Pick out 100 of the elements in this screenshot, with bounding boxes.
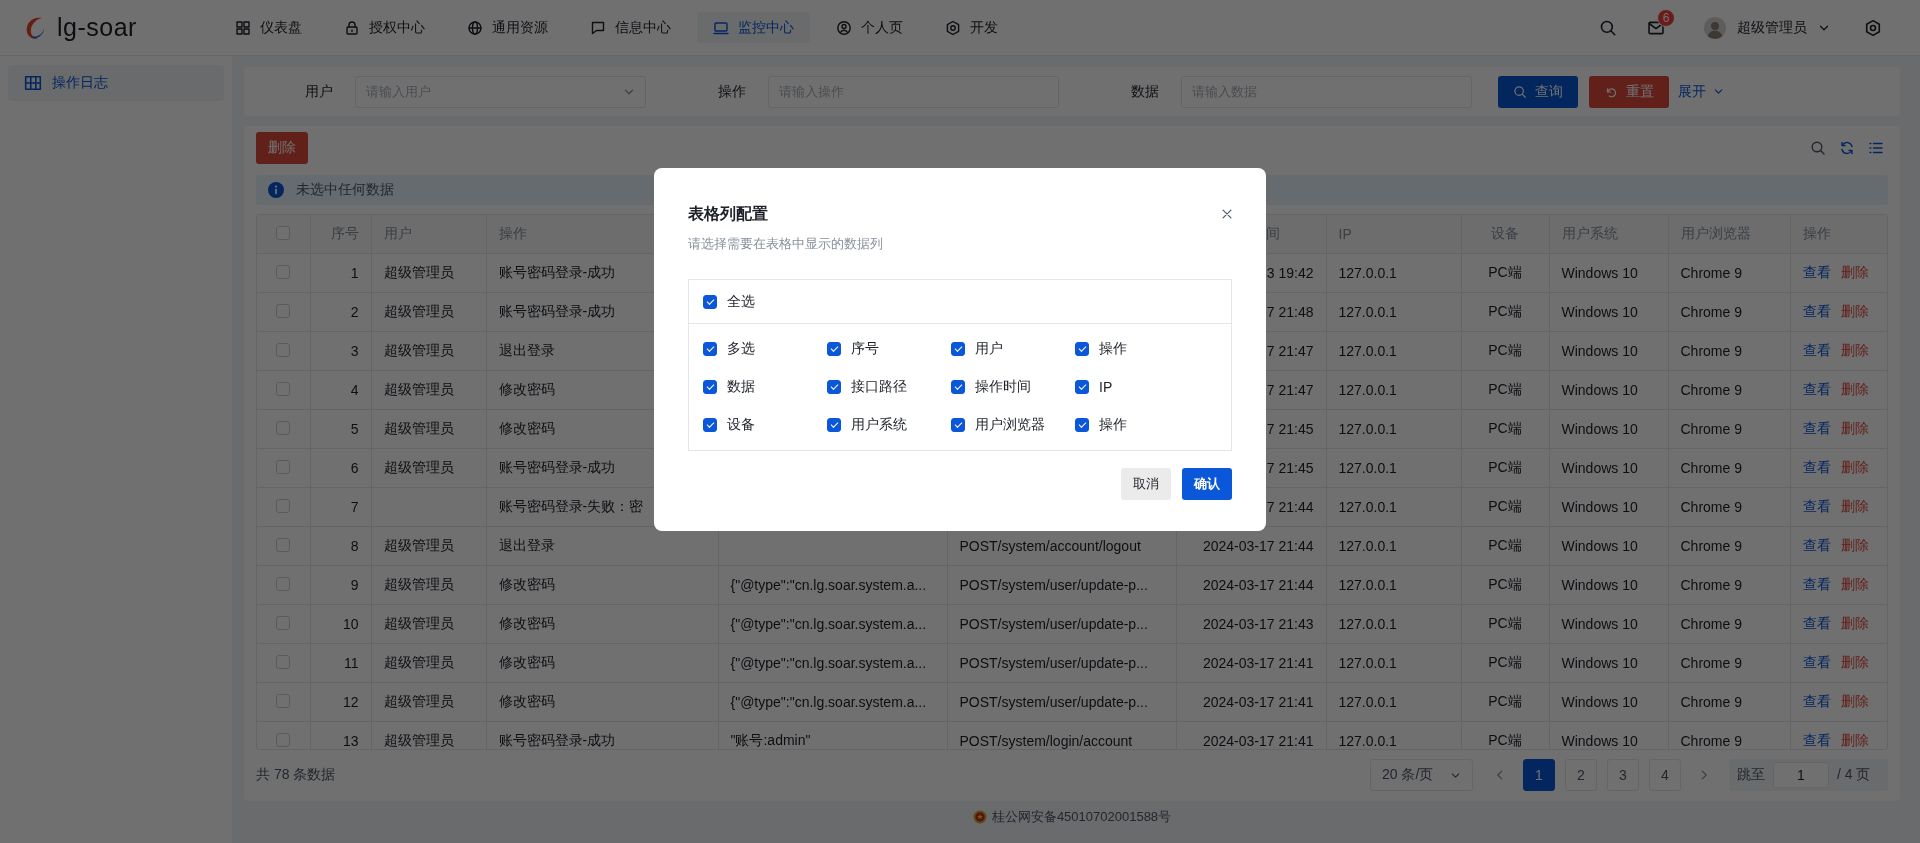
- table-cell: Chrome 9: [1680, 616, 1742, 633]
- sidebar-item[interactable]: 操作日志: [8, 65, 224, 101]
- delete-link[interactable]: 删除: [1840, 498, 1869, 515]
- delete-link[interactable]: 删除: [1840, 303, 1869, 320]
- view-link[interactable]: 查看: [1802, 342, 1831, 359]
- delete-link[interactable]: 删除: [1840, 693, 1869, 710]
- delete-link[interactable]: 删除: [1840, 732, 1869, 749]
- nav-tab[interactable]: 个人页: [820, 12, 919, 43]
- table-cell: 7 21:45: [1266, 421, 1314, 438]
- table-cell: 10: [342, 616, 359, 633]
- page-input[interactable]: 1: [1773, 762, 1829, 788]
- table-cell: 127.0.0.1: [1338, 304, 1397, 321]
- table-cell: 127.0.0.1: [1338, 460, 1397, 477]
- table-cell: POST/system/login/account: [959, 733, 1133, 749]
- view-link[interactable]: 查看: [1802, 498, 1831, 515]
- cancel-button[interactable]: 取消: [1121, 468, 1171, 500]
- checkbox-label: 操作: [1099, 416, 1127, 434]
- reset-button[interactable]: 重置: [1589, 75, 1669, 108]
- table-cell: 7 21:47: [1266, 382, 1314, 399]
- view-link[interactable]: 查看: [1802, 420, 1831, 437]
- page-size-select[interactable]: 20 条/页: [1370, 759, 1473, 791]
- checkbox[interactable]: [827, 342, 841, 356]
- expand-button[interactable]: 展开: [1678, 82, 1725, 101]
- table-cell: 4: [350, 382, 359, 399]
- delete-link[interactable]: 删除: [1840, 459, 1869, 476]
- nav-tab[interactable]: 仪表盘: [219, 12, 318, 43]
- checkbox[interactable]: [951, 342, 965, 356]
- view-link[interactable]: 查看: [1802, 459, 1831, 476]
- view-link[interactable]: 查看: [1802, 654, 1831, 671]
- checkbox[interactable]: [951, 380, 965, 394]
- table-cell: POST/system/user/update-p...: [959, 577, 1148, 594]
- search-icon[interactable]: [1810, 140, 1826, 156]
- delete-button[interactable]: 删除: [256, 132, 308, 164]
- nav-tab[interactable]: 通用资源: [451, 12, 564, 43]
- checkbox[interactable]: [703, 342, 717, 356]
- table-cell: Windows 10: [1561, 382, 1638, 399]
- delete-link[interactable]: 删除: [1840, 576, 1869, 593]
- view-link[interactable]: 查看: [1802, 576, 1831, 593]
- table-cell: Chrome 9: [1680, 733, 1742, 749]
- view-link[interactable]: 查看: [1802, 732, 1831, 749]
- page-button[interactable]: 2: [1565, 759, 1597, 791]
- avatar[interactable]: [1704, 16, 1726, 39]
- table-cell: 超级管理员: [383, 303, 454, 320]
- view-link[interactable]: 查看: [1802, 264, 1831, 281]
- view-link[interactable]: 查看: [1802, 303, 1831, 320]
- search-icon[interactable]: [1599, 18, 1617, 37]
- confirm-button[interactable]: 确认: [1182, 468, 1232, 500]
- checkbox[interactable]: [703, 380, 717, 394]
- page-button[interactable]: 3: [1607, 759, 1639, 791]
- table-cell: 1: [350, 265, 359, 282]
- nav-tab[interactable]: 授权中心: [328, 12, 441, 43]
- lock-icon: [344, 19, 360, 36]
- checkbox[interactable]: [951, 418, 965, 432]
- table-cell: {"@type":"cn.lg.soar.system.a...: [730, 655, 927, 672]
- checkbox[interactable]: [827, 418, 841, 432]
- table-cell: POST/system/user/update-p...: [959, 694, 1148, 711]
- page-button[interactable]: 4: [1649, 759, 1681, 791]
- checkbox-label: IP: [1099, 379, 1113, 395]
- table-cell: 修改密码: [498, 693, 555, 710]
- view-link[interactable]: 查看: [1802, 537, 1831, 554]
- delete-link[interactable]: 删除: [1840, 264, 1869, 281]
- table-cell: 超级管理员: [383, 732, 454, 749]
- table-cell: Chrome 9: [1680, 577, 1742, 594]
- view-link[interactable]: 查看: [1802, 615, 1831, 632]
- table-cell: 2024-03-17 21:43: [1202, 616, 1314, 633]
- table-cell: 6: [350, 460, 359, 477]
- delete-link[interactable]: 删除: [1840, 615, 1869, 632]
- nav-tab[interactable]: 开发: [929, 12, 1014, 43]
- nav-tab[interactable]: 信息中心: [574, 12, 687, 43]
- settings-icon[interactable]: [1864, 18, 1882, 37]
- table-cell: 退出登录: [498, 537, 555, 554]
- delete-link[interactable]: 删除: [1840, 537, 1869, 554]
- view-link[interactable]: 查看: [1802, 693, 1831, 710]
- page-button[interactable]: 1: [1523, 759, 1555, 791]
- view-link[interactable]: 查看: [1802, 381, 1831, 398]
- table-cell: Chrome 9: [1680, 694, 1742, 711]
- table-cell: PC端: [1488, 498, 1522, 515]
- list-icon[interactable]: [1868, 140, 1884, 156]
- checkbox[interactable]: [703, 294, 717, 309]
- delete-link[interactable]: 删除: [1840, 381, 1869, 398]
- table-cell: 修改密码: [498, 654, 555, 671]
- checkbox[interactable]: [1075, 380, 1089, 394]
- table-cell: Windows 10: [1561, 421, 1638, 438]
- search-button[interactable]: 查询: [1498, 75, 1578, 108]
- checkbox[interactable]: [703, 418, 717, 432]
- table-cell: 7 21:48: [1266, 304, 1314, 321]
- checkbox[interactable]: [1075, 418, 1089, 432]
- user-name[interactable]: 超级管理员: [1737, 18, 1807, 37]
- table-cell: 修改密码: [498, 381, 555, 398]
- monitor-icon: [713, 19, 729, 36]
- delete-link[interactable]: 删除: [1840, 342, 1869, 359]
- refresh-icon[interactable]: [1839, 140, 1855, 156]
- checkbox[interactable]: [827, 380, 841, 394]
- delete-link[interactable]: 删除: [1840, 654, 1869, 671]
- delete-link[interactable]: 删除: [1840, 420, 1869, 437]
- table-cell: 超级管理员: [383, 537, 454, 554]
- close-icon[interactable]: [1220, 207, 1234, 221]
- nav-tab[interactable]: 监控中心: [697, 12, 810, 43]
- checkbox[interactable]: [1075, 342, 1089, 356]
- table-cell: 3 19:42: [1266, 265, 1314, 282]
